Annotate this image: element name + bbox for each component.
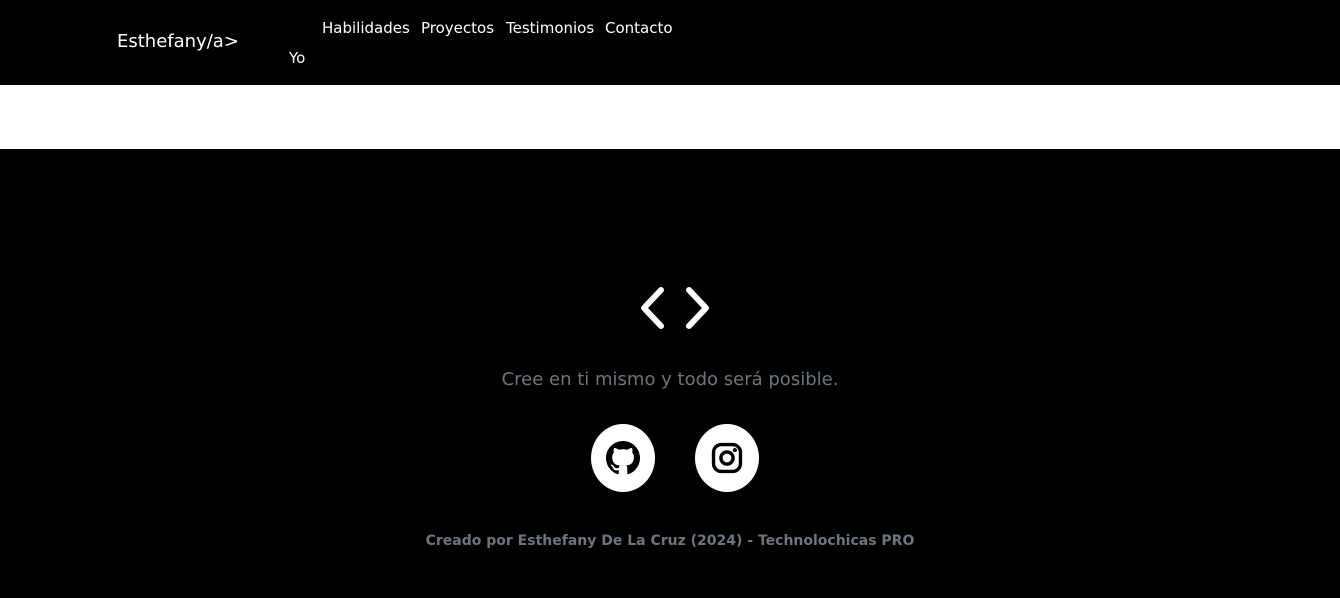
github-icon (606, 441, 640, 475)
instagram-icon (711, 442, 743, 474)
nav-link-proyectos[interactable]: Proyectos (421, 19, 494, 37)
navbar: Esthefany/a> Yo Habilidades Proyectos Te… (0, 0, 1340, 85)
white-section (0, 85, 1340, 149)
code-brackets-icon (641, 287, 709, 329)
nav-link-testimonios[interactable]: Testimonios (506, 19, 594, 37)
github-button[interactable] (591, 424, 655, 492)
nav-link-contacto[interactable]: Contacto (605, 19, 673, 37)
nav-link-habilidades[interactable]: Habilidades (322, 19, 410, 37)
footer-credit: Creado por Esthefany De La Cruz (2024) -… (425, 533, 915, 549)
brand-link[interactable]: Esthefany/a> (117, 31, 239, 52)
instagram-button[interactable] (695, 424, 759, 492)
nav-link-yo[interactable]: Yo (289, 49, 305, 67)
footer-quote: Cree en ti mismo y todo será posible. (501, 369, 839, 390)
